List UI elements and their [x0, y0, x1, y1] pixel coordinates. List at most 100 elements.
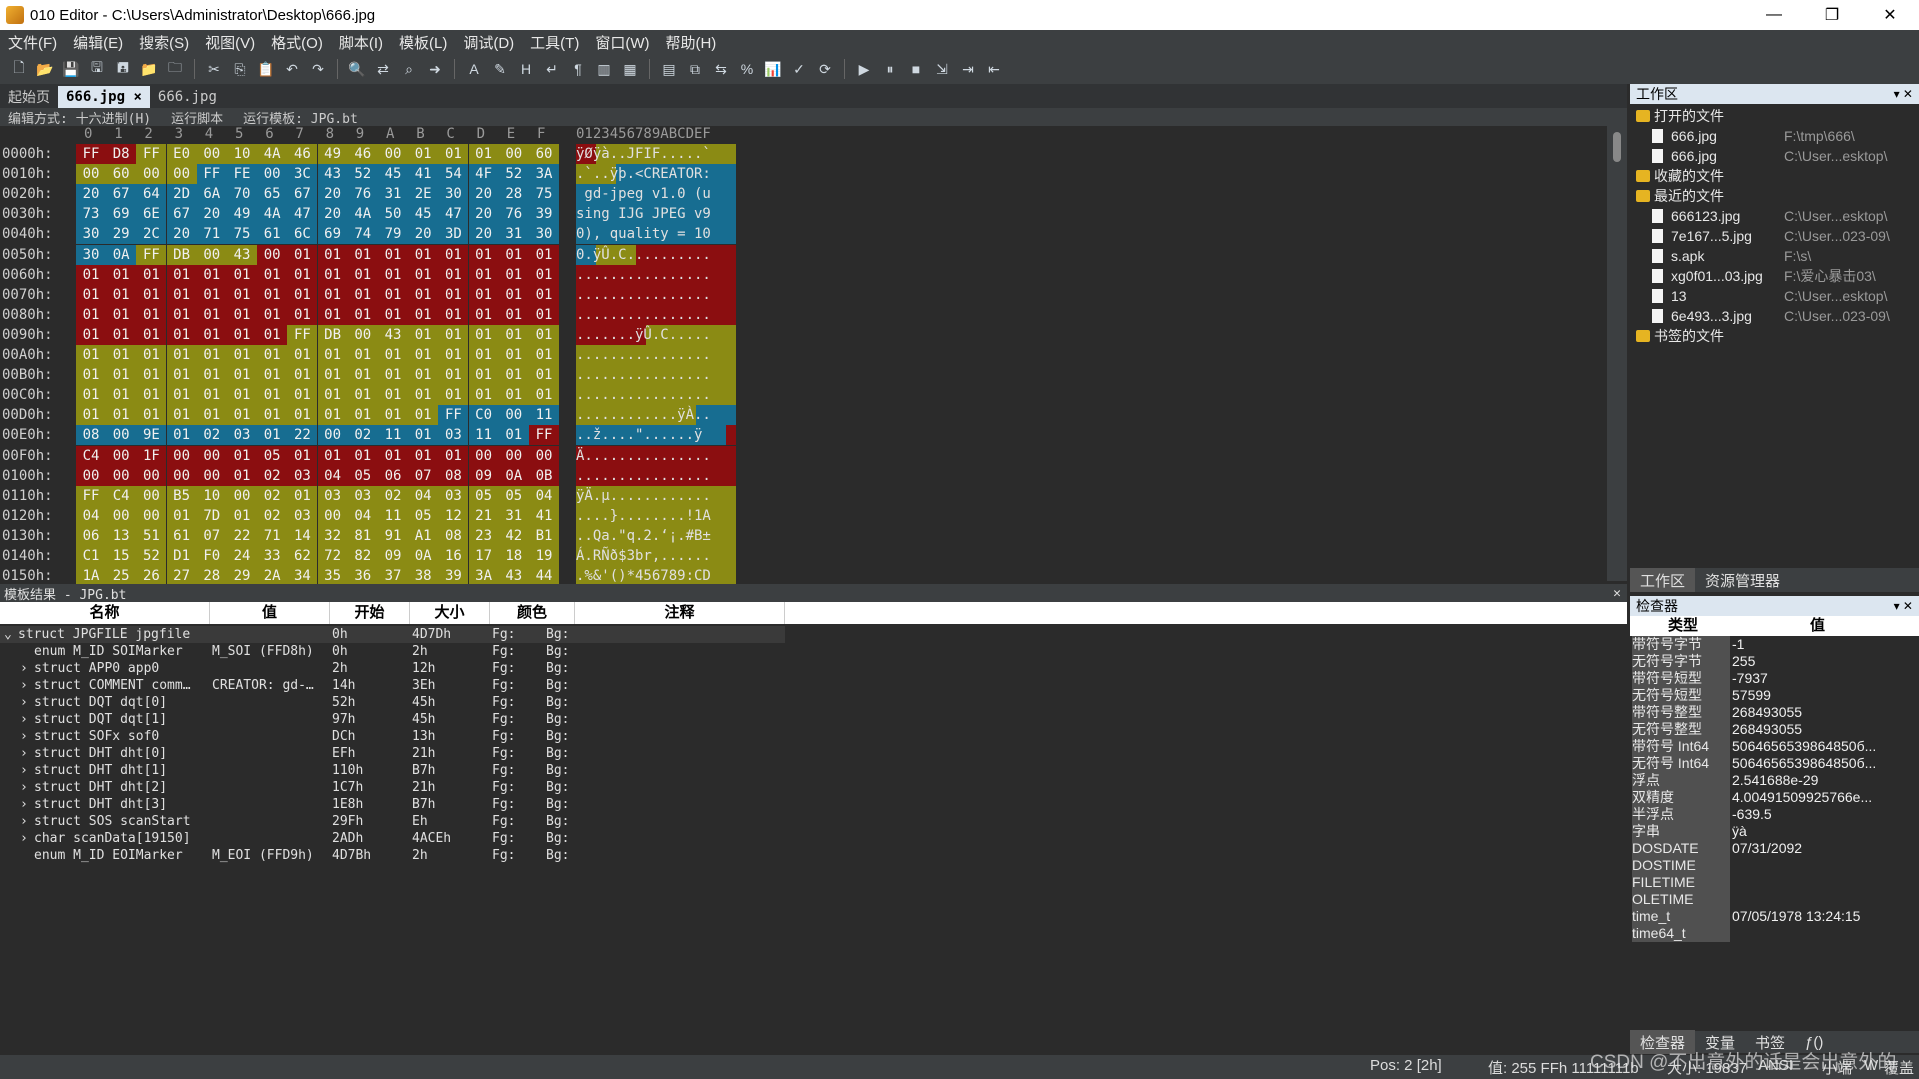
- hex-byte[interactable]: 05: [408, 505, 439, 526]
- hex-byte[interactable]: 01: [317, 365, 348, 386]
- hex-byte[interactable]: 01: [498, 385, 529, 406]
- hex-byte[interactable]: 01: [438, 365, 469, 386]
- hex-byte[interactable]: C4: [106, 485, 137, 506]
- hex-byte[interactable]: 9E: [136, 425, 167, 446]
- hex-byte[interactable]: 01: [347, 304, 378, 325]
- template-row[interactable]: › char scanData[19150] 2ADh 4ACEh Fg: Bg:: [0, 830, 785, 847]
- menu-window[interactable]: 窗口(W): [587, 32, 657, 53]
- hex-byte[interactable]: 33: [257, 546, 288, 566]
- hex-byte[interactable]: 52: [498, 164, 529, 185]
- hex-byte[interactable]: 06: [378, 465, 408, 486]
- inspector-value[interactable]: 57599: [1732, 687, 1904, 704]
- tab-active-file[interactable]: 666.jpg ×: [58, 86, 150, 108]
- goto-icon[interactable]: ➜: [424, 58, 446, 80]
- hex-byte[interactable]: 47: [287, 204, 318, 225]
- hex-byte[interactable]: 01: [347, 405, 378, 426]
- template-row[interactable]: › struct DHT dht[1] 110h B7h Fg: Bg:: [0, 762, 785, 779]
- hex-byte[interactable]: 00: [468, 445, 499, 466]
- hex-byte[interactable]: 03: [438, 425, 469, 446]
- workspace-file-item[interactable]: s.apk F:\s\: [1630, 246, 1919, 266]
- hex-byte[interactable]: 91: [378, 525, 408, 546]
- hex-byte[interactable]: 01: [287, 385, 318, 406]
- hex-byte[interactable]: 01: [287, 445, 318, 466]
- hex-byte[interactable]: 01: [408, 445, 439, 466]
- hex-byte[interactable]: 46: [287, 144, 318, 164]
- template-row[interactable]: › struct DHT dht[3] 1E8h B7h Fg: Bg:: [0, 796, 785, 813]
- hex-byte[interactable]: 20: [408, 224, 439, 245]
- workspace-file-item[interactable]: 6e493...3.jpg C:\User...023-09\: [1630, 306, 1919, 326]
- edit-mode-dropdown[interactable]: 编辑方式: 十六进制(H): [8, 108, 151, 127]
- hex-byte[interactable]: 01: [317, 385, 348, 406]
- hex-byte[interactable]: 01: [317, 264, 348, 285]
- hex-byte[interactable]: 69: [106, 204, 137, 225]
- template-row[interactable]: enum M_ID SOIMarker M_SOI (FFD8h) 0h 2h Fg: B…: [0, 643, 785, 660]
- inspector-row[interactable]: 无符号短型 57599: [1630, 687, 1919, 704]
- hex-byte[interactable]: 01: [408, 365, 439, 386]
- hex-byte[interactable]: 01: [287, 365, 318, 386]
- hex-byte[interactable]: 05: [347, 465, 378, 486]
- hex-byte[interactable]: 49: [227, 204, 257, 225]
- hex-byte[interactable]: 17: [468, 546, 499, 566]
- col-comment[interactable]: 注释: [575, 602, 785, 624]
- hex-byte[interactable]: 01: [468, 324, 499, 345]
- hex-byte[interactable]: 67: [166, 204, 197, 225]
- hex-char-text[interactable]: ..Qa."q.2.‘¡.#B±: [576, 525, 736, 546]
- hex-byte[interactable]: 60: [106, 164, 137, 185]
- menu-script[interactable]: 脚本(I): [331, 32, 391, 53]
- hex-byte[interactable]: 7D: [196, 505, 227, 526]
- compare-icon[interactable]: ⧉: [684, 58, 706, 80]
- cut-icon[interactable]: ✂: [203, 58, 225, 80]
- hex-byte[interactable]: 01: [287, 485, 318, 506]
- hex-byte[interactable]: FF: [76, 485, 106, 506]
- inspector-value[interactable]: -639.5: [1732, 806, 1904, 823]
- hex-byte[interactable]: 6C: [287, 224, 318, 245]
- hex-byte[interactable]: 01: [378, 264, 408, 285]
- hex-byte[interactable]: 01: [498, 425, 529, 446]
- hex-byte[interactable]: 00: [498, 445, 529, 466]
- hex-byte[interactable]: 01: [438, 284, 469, 305]
- hex-byte[interactable]: 03: [438, 485, 469, 506]
- hex-byte[interactable]: 01: [468, 385, 499, 406]
- inspector-value[interactable]: 4.00491509925766e...: [1732, 789, 1904, 806]
- hex-byte[interactable]: 01: [196, 345, 227, 365]
- expand-chevron-icon[interactable]: ›: [20, 796, 32, 813]
- hex-byte[interactable]: 20: [468, 224, 499, 245]
- hex-byte[interactable]: 05: [468, 485, 499, 506]
- hex-byte[interactable]: 62: [287, 546, 318, 566]
- hex-byte[interactable]: 00: [106, 505, 137, 526]
- edit-mode-icon[interactable]: ✎: [489, 58, 511, 80]
- hex-byte[interactable]: 01: [408, 324, 439, 345]
- hex-byte[interactable]: 64: [136, 184, 167, 205]
- template-row[interactable]: › struct SOS scanStart 29Fh Eh Fg: Bg:: [0, 813, 785, 830]
- hex-byte[interactable]: 28: [498, 184, 529, 205]
- hex-byte[interactable]: 01: [136, 385, 167, 406]
- hex-byte[interactable]: 01: [257, 345, 288, 365]
- hex-byte[interactable]: 09: [378, 546, 408, 566]
- hex-byte[interactable]: 10: [227, 144, 257, 164]
- step-over-icon[interactable]: ⇥: [957, 58, 979, 80]
- hex-byte[interactable]: 01: [136, 324, 167, 345]
- hex-byte[interactable]: 75: [227, 224, 257, 245]
- run-icon[interactable]: ▶: [853, 58, 875, 80]
- menu-tools[interactable]: 工具(T): [522, 32, 587, 53]
- expand-chevron-icon[interactable]: ›: [20, 830, 32, 847]
- hex-byte[interactable]: 01: [196, 365, 227, 386]
- hex-byte[interactable]: 01: [76, 304, 106, 325]
- hex-byte[interactable]: 01: [438, 264, 469, 285]
- convert-icon[interactable]: ⇆: [710, 58, 732, 80]
- hex-byte[interactable]: 31: [498, 505, 529, 526]
- col-value[interactable]: 值: [210, 602, 330, 624]
- hex-byte[interactable]: 01: [166, 405, 197, 426]
- hex-byte[interactable]: 23: [468, 525, 499, 546]
- hex-byte[interactable]: 01: [498, 304, 529, 325]
- hex-mode-icon[interactable]: H: [515, 58, 537, 80]
- hex-byte[interactable]: 01: [227, 324, 257, 345]
- hex-byte[interactable]: 00: [106, 425, 137, 446]
- hex-byte[interactable]: 01: [106, 284, 137, 305]
- hex-char-text[interactable]: .`..ÿþ.<CREATOR:: [576, 164, 736, 185]
- hex-byte[interactable]: 01: [468, 345, 499, 365]
- save-as-icon[interactable]: 🖫: [86, 58, 108, 80]
- hex-byte[interactable]: 01: [347, 264, 378, 285]
- hex-byte[interactable]: 01: [529, 244, 559, 265]
- hex-byte[interactable]: 43: [317, 164, 348, 185]
